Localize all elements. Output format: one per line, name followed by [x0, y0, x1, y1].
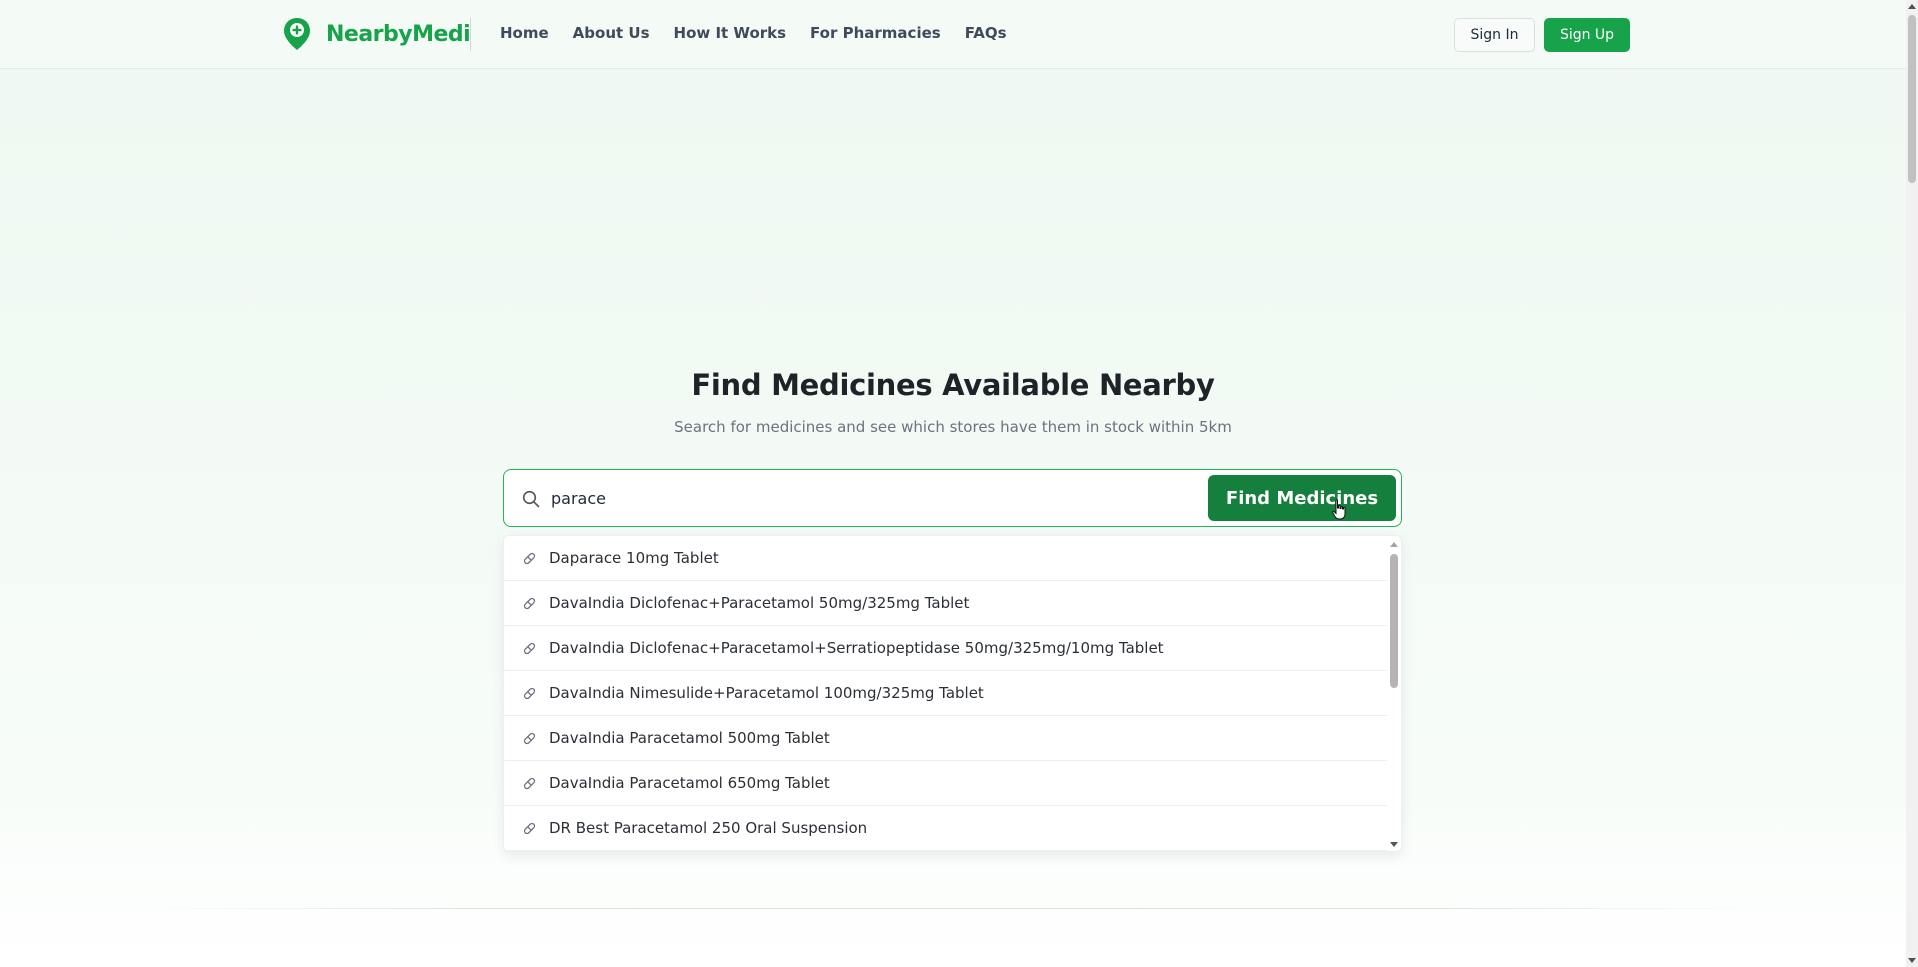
- suggestion-item[interactable]: DavaIndia Diclofenac+Paracetamol+Serrati…: [504, 626, 1388, 671]
- find-medicines-button[interactable]: Find Medicines: [1208, 475, 1396, 521]
- page-title: Find Medicines Available Nearby: [691, 368, 1215, 402]
- nav-about-us[interactable]: About Us: [573, 24, 650, 42]
- section-divider: [130, 908, 1776, 909]
- page-scrollbar[interactable]: [1906, 0, 1918, 967]
- pill-icon: [523, 642, 536, 654]
- search-icon: [522, 490, 540, 508]
- suggestions-dropdown: Daparace 10mg Tablet DavaIndia Diclofena…: [503, 535, 1402, 852]
- pill-icon: [523, 777, 536, 789]
- suggestion-label: DavaIndia Diclofenac+Paracetamol 50mg/32…: [549, 594, 970, 612]
- suggestions-list: Daparace 10mg Tablet DavaIndia Diclofena…: [504, 536, 1388, 851]
- nav-how-it-works[interactable]: How It Works: [674, 24, 787, 42]
- map-pin-plus-icon: [284, 18, 310, 50]
- suggestion-item[interactable]: DavaIndia Paracetamol 500mg Tablet: [504, 716, 1388, 761]
- suggestion-item[interactable]: DR Best Paracetamol 250 Oral Suspension: [504, 806, 1388, 851]
- suggestion-label: DR Best Paracetamol 250 Oral Suspension: [549, 819, 868, 837]
- page-scroll-up-arrow-icon[interactable]: [1908, 4, 1916, 9]
- pill-icon: [523, 822, 536, 834]
- suggestion-label: DavaIndia Diclofenac+Paracetamol+Serrati…: [549, 639, 1164, 657]
- dropdown-scrollbar[interactable]: [1387, 536, 1401, 851]
- header-divider: [470, 18, 471, 51]
- suggestion-item[interactable]: Daparace 10mg Tablet: [504, 536, 1388, 581]
- page-scrollbar-thumb[interactable]: [1908, 15, 1916, 183]
- brand-name: NearbyMedi: [326, 21, 471, 47]
- pill-icon: [523, 597, 536, 609]
- medicine-search-input[interactable]: [551, 482, 1201, 514]
- scrollbar-thumb[interactable]: [1390, 554, 1398, 688]
- hand-cursor-icon: [1332, 499, 1346, 520]
- suggestion-item[interactable]: DavaIndia Nimesulide+Paracetamol 100mg/3…: [504, 671, 1388, 716]
- sign-in-button[interactable]: Sign In: [1454, 18, 1535, 52]
- scroll-up-arrow-icon[interactable]: [1390, 542, 1398, 547]
- sign-up-button[interactable]: Sign Up: [1544, 18, 1630, 52]
- page-subtitle: Search for medicines and see which store…: [674, 418, 1232, 436]
- suggestion-item[interactable]: DavaIndia Paracetamol 650mg Tablet: [504, 761, 1388, 806]
- main-nav: Home About Us How It Works For Pharmacie…: [500, 24, 1007, 42]
- nav-faqs[interactable]: FAQs: [965, 24, 1007, 42]
- scroll-down-arrow-icon[interactable]: [1390, 842, 1398, 847]
- suggestion-label: DavaIndia Paracetamol 500mg Tablet: [549, 729, 830, 747]
- pill-icon: [523, 732, 536, 744]
- site-header: NearbyMedi Home About Us How It Works Fo…: [0, 0, 1906, 69]
- brand-logo[interactable]: NearbyMedi: [282, 17, 471, 51]
- suggestion-label: DavaIndia Paracetamol 650mg Tablet: [549, 774, 830, 792]
- suggestion-item[interactable]: DavaIndia Diclofenac+Paracetamol 50mg/32…: [504, 581, 1388, 626]
- pill-icon: [523, 552, 536, 564]
- page-scroll-down-arrow-icon[interactable]: [1908, 958, 1916, 963]
- suggestion-label: DavaIndia Nimesulide+Paracetamol 100mg/3…: [549, 684, 984, 702]
- nav-home[interactable]: Home: [500, 24, 549, 42]
- pill-icon: [523, 687, 536, 699]
- search-bar: Find Medicines: [503, 469, 1402, 527]
- suggestion-label: Daparace 10mg Tablet: [549, 549, 719, 567]
- nav-for-pharmacies[interactable]: For Pharmacies: [810, 24, 941, 42]
